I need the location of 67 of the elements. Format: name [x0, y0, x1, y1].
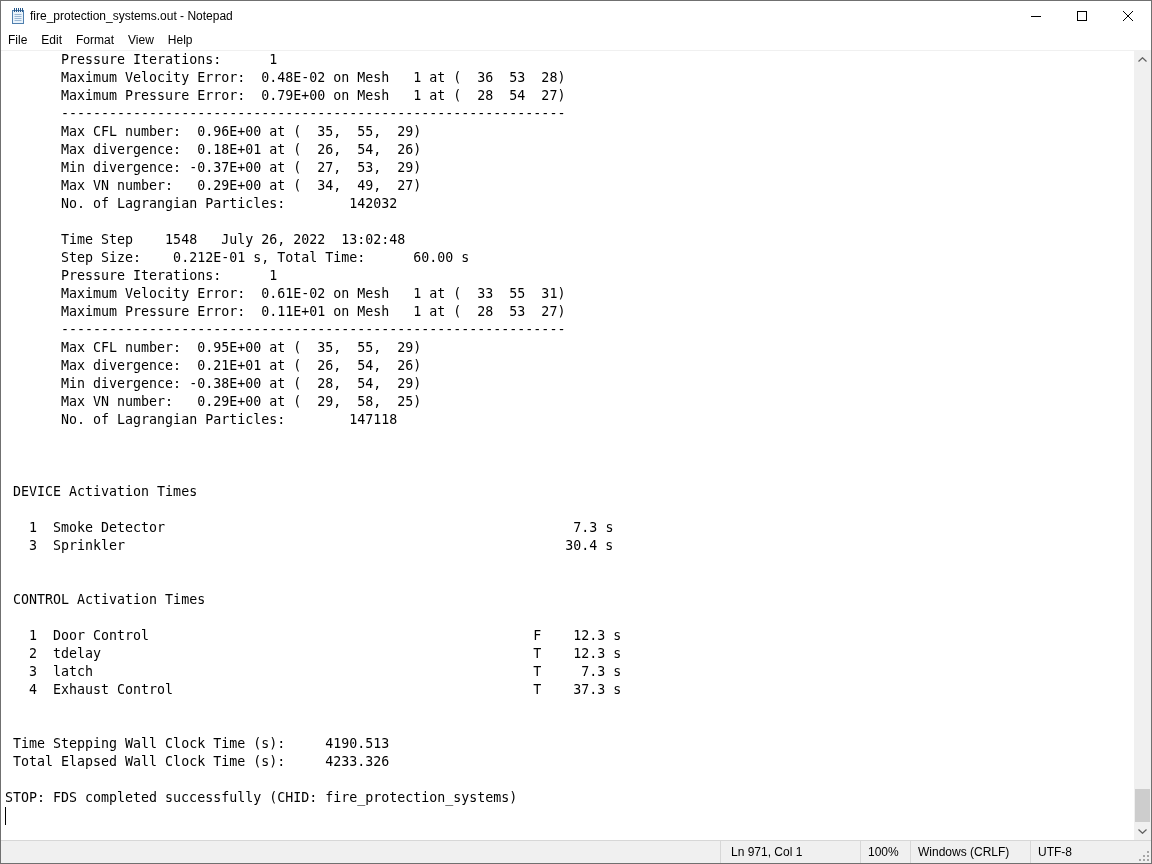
- menu-item[interactable]: Format: [69, 31, 122, 50]
- device-activation-time: 30.4 s: [565, 537, 614, 555]
- control-state: T: [533, 681, 542, 699]
- chevron-up-icon: [1138, 57, 1147, 62]
- output-line: No. of Lagrangian Particles: 142032: [61, 196, 398, 211]
- encoding-text: UTF-8: [1038, 845, 1072, 859]
- control-activation-time: 7.3 s: [581, 663, 622, 681]
- output-line: ---------------------------------------------------------------: [61, 106, 566, 121]
- notepad-icon: [10, 8, 26, 24]
- output-line: Pressure Iterations: 1: [61, 268, 278, 283]
- zoom-level-text: 100%: [868, 845, 899, 859]
- chevron-down-icon: [1138, 829, 1147, 834]
- output-line: Maximum Pressure Error: 0.11E+01 on Mesh 1 at ( 28 53 27): [61, 304, 566, 319]
- output-line: Max divergence: 0.18E+01 at ( 26, 54, 26): [61, 142, 422, 157]
- control-state: F: [533, 627, 542, 645]
- output-line: STOP: FDS completed successfully (CHID: fire_protection_systems): [5, 790, 518, 805]
- output-line: CONTROL Activation Times: [13, 592, 206, 607]
- output-line: Time Step 1548 July 26, 2022 13:02:48: [61, 232, 406, 247]
- control-number: 2: [29, 645, 37, 663]
- output-line: Max divergence: 0.21E+01 at ( 26, 54, 26): [61, 358, 422, 373]
- control-activation-time: 12.3 s: [573, 627, 622, 645]
- output-line: Total Elapsed Wall Clock Time (s): 4233.326: [13, 754, 390, 769]
- device-number: 1: [29, 519, 37, 537]
- control-state: T: [533, 645, 542, 663]
- device-number: 3: [29, 537, 37, 555]
- output-line: DEVICE Activation Times: [13, 484, 198, 499]
- control-name: Exhaust Control: [53, 681, 174, 699]
- control-activation-time: 12.3 s: [573, 645, 622, 663]
- control-name: latch: [53, 663, 94, 681]
- output-line: Maximum Velocity Error: 0.48E-02 on Mesh 1 at ( 36 53 28): [61, 70, 566, 85]
- output-line: Max CFL number: 0.95E+00 at ( 35, 55, 29): [61, 340, 422, 355]
- maximize-icon: [1077, 11, 1087, 21]
- output-line: Max VN number: 0.29E+00 at ( 34, 49, 27): [61, 178, 422, 193]
- output-line: Time Stepping Wall Clock Time (s): 4190.513: [13, 736, 390, 751]
- menu-item[interactable]: Help: [160, 31, 200, 50]
- window-title: fire_protection_systems.out - Notepad: [30, 9, 233, 23]
- device-name: Sprinkler: [53, 537, 126, 555]
- device-name: Smoke Detector: [53, 519, 166, 537]
- control-name: tdelay: [53, 645, 102, 663]
- line-ending-text: Windows (CRLF): [918, 845, 1010, 859]
- output-line: Min divergence: -0.37E+00 at ( 27, 53, 29): [61, 160, 422, 175]
- close-icon: [1123, 11, 1133, 21]
- scrollbar-thumb[interactable]: [1135, 789, 1150, 822]
- control-state: T: [533, 663, 542, 681]
- vertical-scrollbar[interactable]: [1134, 51, 1151, 840]
- output-line: Max CFL number: 0.96E+00 at ( 35, 55, 29): [61, 124, 422, 139]
- output-line: Step Size: 0.212E-01 s, Total Time: 60.00 s: [61, 250, 470, 265]
- menu-item[interactable]: File: [1, 31, 35, 50]
- output-line: Maximum Velocity Error: 0.61E-02 on Mesh 1 at ( 33 55 31): [61, 286, 566, 301]
- control-activation-time: 37.3 s: [573, 681, 622, 699]
- output-line: Max VN number: 0.29E+00 at ( 29, 58, 25): [61, 394, 422, 409]
- text-cursor: [5, 807, 6, 825]
- control-name: Door Control: [53, 627, 150, 645]
- control-number: 4: [29, 681, 37, 699]
- cursor-position-text: Ln 971, Col 1: [731, 845, 803, 859]
- output-line: Maximum Pressure Error: 0.79E+00 on Mesh 1 at ( 28 54 27): [61, 88, 566, 103]
- device-activation-time: 7.3 s: [573, 519, 614, 537]
- minimize-icon: [1031, 15, 1041, 17]
- menu-item[interactable]: View: [121, 31, 161, 50]
- resize-grip-icon: [1139, 851, 1149, 861]
- control-number: 3: [29, 663, 37, 681]
- output-line: ---------------------------------------------------------------: [61, 322, 566, 337]
- output-line: Min divergence: -0.38E+00 at ( 28, 54, 29): [61, 376, 422, 391]
- output-line: No. of Lagrangian Particles: 147118: [61, 412, 398, 427]
- menu-item[interactable]: Edit: [34, 31, 70, 50]
- control-number: 1: [29, 627, 37, 645]
- output-line: Pressure Iterations: 1: [61, 52, 278, 67]
